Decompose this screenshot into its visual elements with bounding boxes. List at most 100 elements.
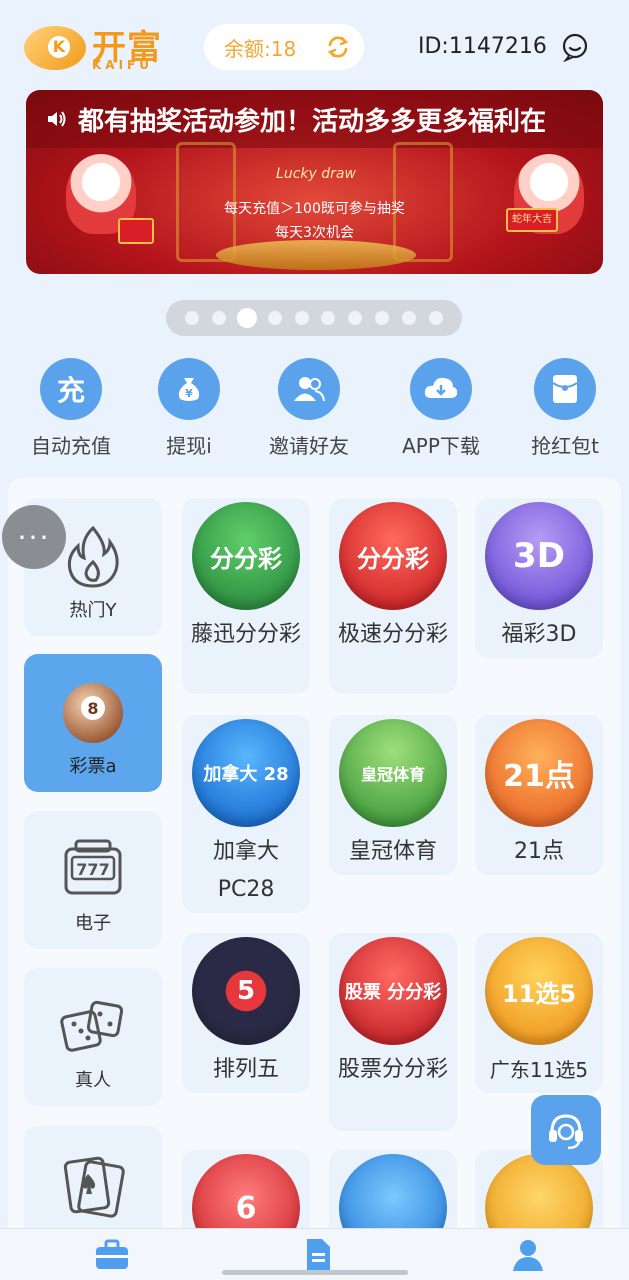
- carousel-dot-active[interactable]: [238, 310, 255, 326]
- svg-text:777: 777: [76, 860, 109, 879]
- quick-action-auto-recharge[interactable]: 充 自动充值: [16, 358, 126, 459]
- announcement-text: 都有抽奖活动参加！活动多多更多福利在: [78, 106, 547, 137]
- game-crown-sports[interactable]: 皇冠体育 皇冠体育: [329, 715, 457, 875]
- game-name: 藤迅分分彩: [190, 622, 301, 647]
- game-icon: 3D: [485, 502, 593, 610]
- balance-text: 余额:18: [224, 36, 297, 61]
- cards-icon: [63, 1156, 125, 1218]
- category-live[interactable]: 真人: [24, 968, 162, 1106]
- carousel-dot[interactable]: [402, 311, 417, 325]
- customer-service-button[interactable]: [531, 1095, 601, 1165]
- profile-icon[interactable]: [508, 1237, 548, 1273]
- game-icon: 加拿大 28: [192, 719, 300, 827]
- carousel-dot[interactable]: [267, 311, 282, 325]
- carousel-dot[interactable]: [429, 311, 444, 325]
- carousel-dot[interactable]: [375, 311, 390, 325]
- category-electronic[interactable]: 777 电子: [24, 811, 162, 949]
- charge-icon: 充: [40, 358, 102, 420]
- carousel-dot[interactable]: [184, 311, 199, 325]
- money-bag-icon: ¥: [158, 358, 220, 420]
- category-label: 热门Y: [69, 600, 117, 621]
- carousel-dot[interactable]: [348, 311, 363, 325]
- carousel-dot[interactable]: [294, 311, 309, 325]
- game-icon: 11选5: [485, 937, 593, 1045]
- game-blackjack-21[interactable]: 21点 21点: [475, 715, 603, 875]
- envelope-svg: [552, 375, 578, 403]
- game-icon: 股票 分分彩: [339, 937, 447, 1045]
- lottery-ball-icon: 8: [63, 683, 123, 743]
- game-icon: 6: [192, 1154, 300, 1238]
- carousel-dot[interactable]: [321, 311, 336, 325]
- game-name: 皇冠体育: [348, 839, 437, 864]
- balance-pill[interactable]: 余额:18: [204, 24, 364, 70]
- game-name: 排列五: [212, 1057, 279, 1082]
- document-icon[interactable]: [298, 1237, 338, 1273]
- floating-more-button[interactable]: ···: [2, 505, 66, 569]
- game-fucai-3d[interactable]: 3D 福彩3D: [475, 498, 603, 658]
- quick-action-invite-friends[interactable]: 邀请好友: [254, 358, 364, 459]
- quick-action-app-download[interactable]: APP下载: [386, 358, 496, 459]
- promo-banner[interactable]: 都有抽奖活动参加！活动多多更多福利在 Lucky draw 每天充值＞100既可…: [26, 90, 603, 274]
- download-icon: [410, 358, 472, 420]
- quick-action-label: 提现i: [166, 434, 212, 458]
- category-label: 真人: [75, 1070, 111, 1091]
- game-canada-pc28[interactable]: 加拿大 28 加拿大PC28: [182, 715, 310, 913]
- quick-action-label: 抢红包t: [531, 434, 599, 458]
- svg-text:8: 8: [87, 699, 98, 718]
- game-guangdong-11x5[interactable]: 11选5 广东11选5: [475, 933, 603, 1093]
- game-name: 加拿大PC28: [212, 839, 279, 902]
- new-year-sign: 蛇年大吉: [506, 208, 558, 232]
- game-icon: [485, 1154, 593, 1238]
- category-lottery[interactable]: 8 彩票a: [24, 654, 162, 792]
- quick-actions: 充 自动充值 ¥ 提现i 邀请好友 APP下载 抢红包t: [0, 358, 629, 468]
- game-name: 股票分分彩: [337, 1057, 448, 1082]
- game-icon: 分分彩: [339, 502, 447, 610]
- slot-machine-icon: 777: [64, 839, 122, 895]
- announcement-bar[interactable]: 都有抽奖活动参加！活动多多更多福利在: [26, 90, 603, 148]
- game-icon: 21点: [485, 719, 593, 827]
- game-icon: 5: [192, 937, 300, 1045]
- red-envelope-decoration: [118, 218, 154, 244]
- game-stock-ffc[interactable]: 股票 分分彩 股票分分彩: [329, 933, 457, 1131]
- logo-mark: K: [24, 26, 86, 70]
- logo-english-text: KAIFU: [92, 58, 153, 72]
- game-name: 广东11选5: [489, 1058, 589, 1082]
- cloud-download-svg: [424, 377, 458, 398]
- friends-svg: [294, 377, 325, 402]
- game-pailie-5[interactable]: 5 排列五: [182, 933, 310, 1093]
- game-tile[interactable]: 6: [182, 1150, 310, 1238]
- game-tile[interactable]: [329, 1150, 457, 1238]
- speaker-icon: [48, 111, 66, 127]
- carousel-dot[interactable]: [211, 311, 226, 325]
- refresh-icon[interactable]: [324, 33, 352, 61]
- category-label: 彩票a: [69, 756, 117, 777]
- game-name: 极速分分彩: [337, 622, 448, 647]
- game-icon: [339, 1154, 447, 1238]
- quick-action-withdraw[interactable]: ¥ 提现i: [134, 358, 244, 459]
- banner-title: Lucky draw: [276, 166, 356, 182]
- chat-icon[interactable]: [560, 32, 590, 62]
- dice-icon: [60, 1000, 124, 1052]
- game-icon: 皇冠体育: [339, 719, 447, 827]
- game-jisu-ffc[interactable]: 分分彩 极速分分彩: [329, 498, 457, 694]
- headset-icon: [549, 1114, 583, 1150]
- quick-action-label: 邀请好友: [269, 434, 349, 458]
- banner-stage: [216, 240, 416, 270]
- game-tengxun-ffc[interactable]: 分分彩 藤迅分分彩: [182, 498, 310, 694]
- kaifu-logo[interactable]: K 开富 KAIFU: [24, 20, 184, 76]
- quick-action-label: APP下载: [402, 434, 480, 458]
- game-panel: 热门Y 8 彩票a 777 电子 真人 分分彩 藤迅分分彩 分分彩 极速分分彩 …: [8, 478, 621, 1238]
- red-envelope-icon: [534, 358, 596, 420]
- flame-icon: [67, 525, 119, 588]
- user-id: ID:1147216: [418, 34, 547, 59]
- carousel-indicator[interactable]: [166, 300, 462, 336]
- game-icon: 分分彩: [192, 502, 300, 610]
- briefcase-icon[interactable]: [92, 1237, 132, 1273]
- quick-action-label: 自动充值: [31, 434, 111, 458]
- category-label: 电子: [75, 913, 111, 934]
- header: K 开富 KAIFU 余额:18 ID:1147216: [0, 0, 629, 90]
- quick-action-red-envelope[interactable]: 抢红包t: [510, 358, 620, 459]
- money-bag-glyph: ¥: [185, 387, 193, 400]
- category-chess-cards[interactable]: 棋牌: [24, 1126, 162, 1238]
- logo-letter: K: [48, 36, 70, 58]
